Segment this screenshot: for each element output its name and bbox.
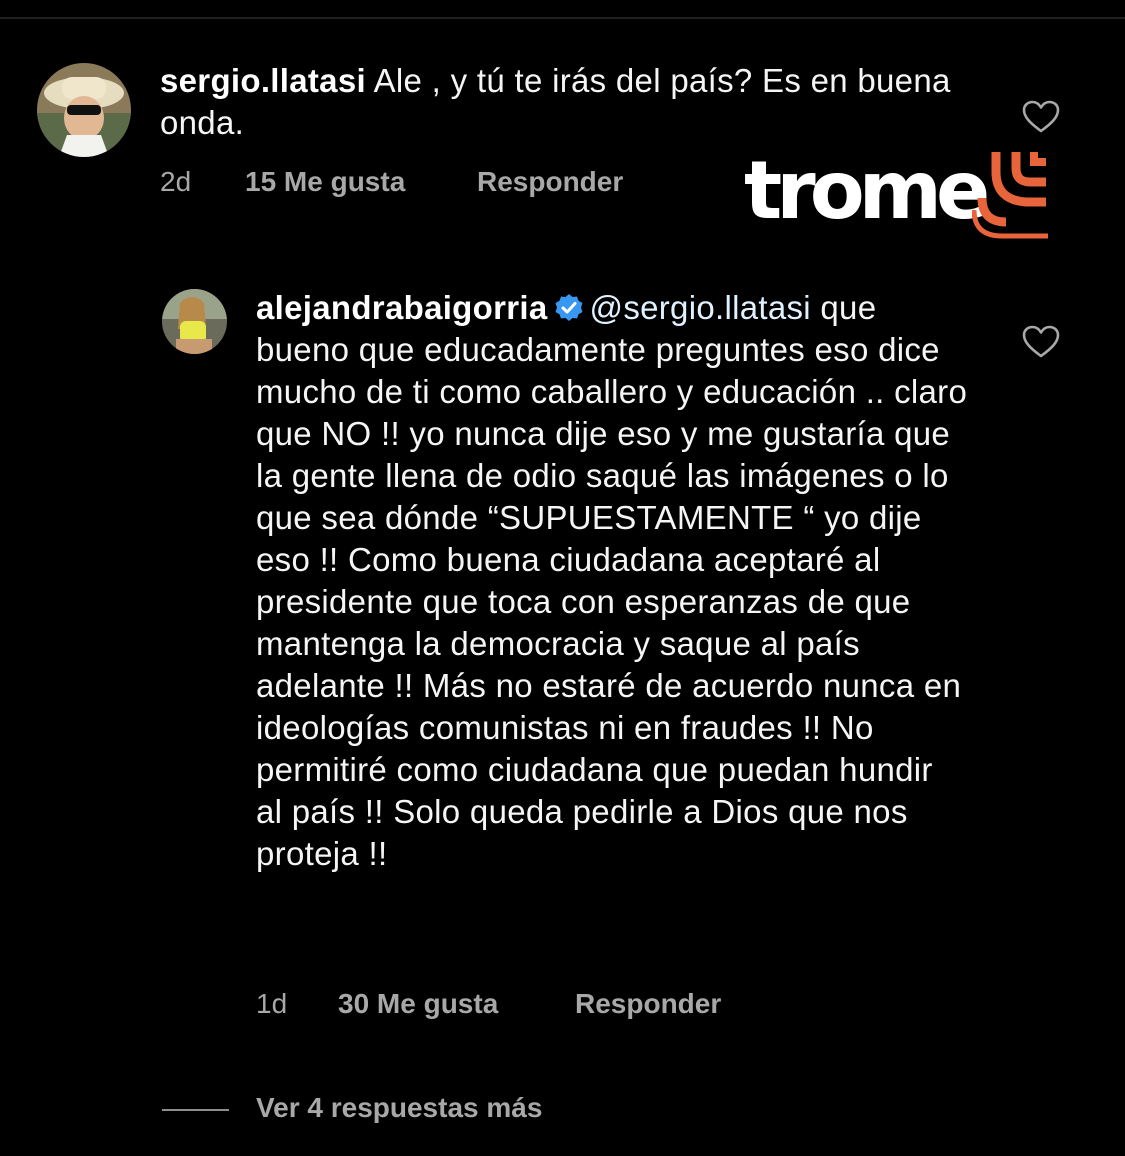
reply-button[interactable]: Responder	[477, 166, 623, 198]
top-divider	[0, 17, 1125, 19]
comment-time: 2d	[160, 166, 192, 197]
avatar[interactable]	[162, 289, 227, 354]
comment-username[interactable]: sergio.llatasi	[160, 62, 366, 99]
verified-badge-icon	[555, 294, 583, 321]
like-heart-icon[interactable]	[1022, 325, 1060, 364]
comment-meta: 1d 30 Me gusta Responder	[256, 988, 721, 1020]
replies-divider	[162, 1109, 229, 1111]
comment-text: sergio.llatasi Ale , y tú te irás del pa…	[160, 60, 980, 144]
like-heart-icon[interactable]	[1022, 100, 1060, 139]
comment-text: alejandrabaigorria @sergio.llatasi que bu…	[256, 287, 968, 875]
comment-likes[interactable]: 15 Me gusta	[245, 166, 477, 198]
comment-time: 1d	[256, 988, 288, 1019]
comment-likes[interactable]: 30 Me gusta	[338, 988, 575, 1020]
signal-waves-icon	[971, 150, 1052, 245]
avatar[interactable]	[37, 63, 131, 157]
comment-username[interactable]: alejandrabaigorria	[256, 289, 548, 326]
mention-link[interactable]: @sergio.llatasi	[590, 289, 811, 326]
comment-body: que bueno que educadamente preguntes eso…	[256, 289, 968, 872]
trome-logo: trome	[740, 146, 1050, 240]
logo-text: trome	[744, 144, 990, 237]
comment-meta: 2d 15 Me gusta Responder	[160, 166, 623, 198]
view-more-replies-button[interactable]: Ver 4 respuestas más	[256, 1092, 542, 1124]
reply-button[interactable]: Responder	[575, 988, 721, 1020]
